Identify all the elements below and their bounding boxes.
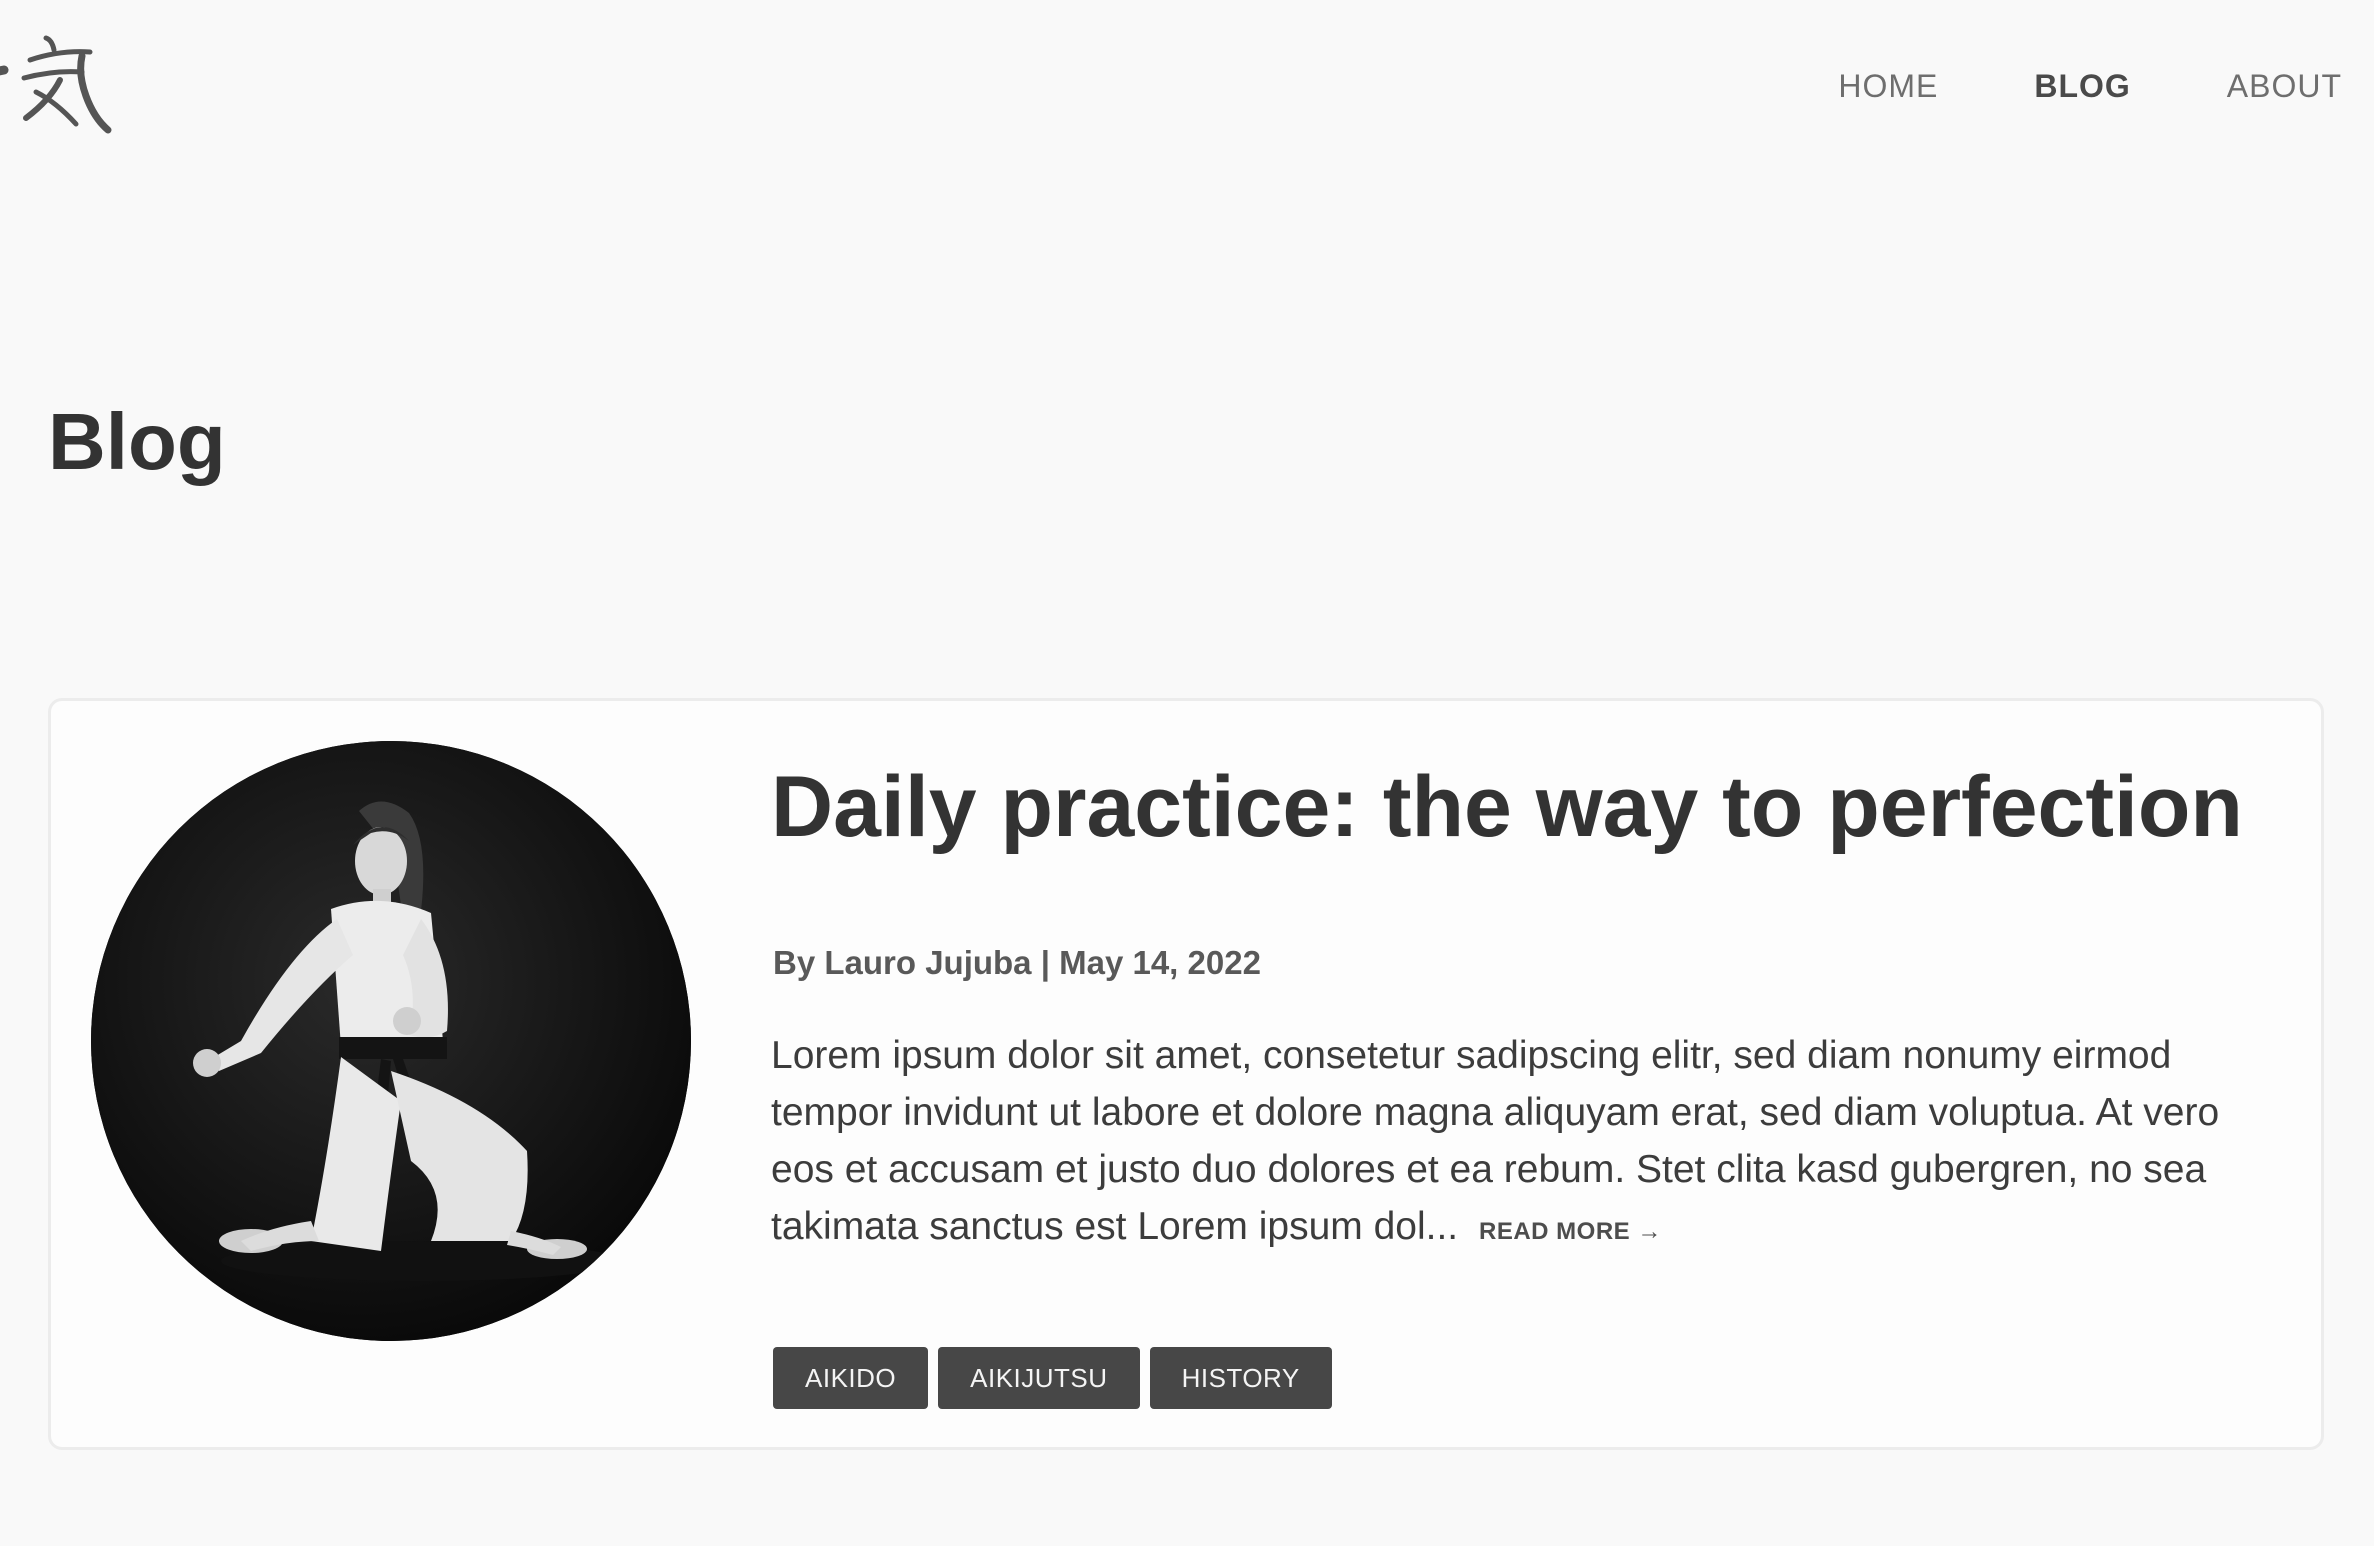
blog-post-card: Daily practice: the way to perfection By… — [48, 698, 2324, 1450]
tag-aikido[interactable]: AIKIDO — [773, 1347, 929, 1409]
post-thumbnail[interactable] — [91, 741, 691, 1341]
read-more-link[interactable]: READ MORE → — [1479, 1218, 1662, 1245]
kanji-logo-icon — [0, 35, 112, 134]
post-byline: By Lauro Jujuba | May 14, 2022 — [773, 944, 1261, 981]
post-excerpt-text: Lorem ipsum dolor sit amet, consetetur s… — [771, 1034, 2220, 1248]
page-root: HOME BLOG ABOUT Blog Daily practice: the… — [0, 0, 2374, 1546]
post-excerpt: Lorem ipsum dolor sit amet, consetetur s… — [771, 1027, 2271, 1260]
main-nav: HOME BLOG ABOUT — [1838, 62, 2342, 110]
post-title[interactable]: Daily practice: the way to perfection — [771, 757, 2243, 857]
post-meta: By Lauro Jujuba | May 14, 2022 — [773, 941, 1261, 985]
page-title: Blog — [48, 397, 226, 486]
post-tags: AIKIDO AIKIJUTSU HISTORY — [773, 1347, 1332, 1409]
karate-practitioner-image — [91, 741, 691, 1341]
tag-aikijutsu[interactable]: AIKIJUTSU — [938, 1347, 1140, 1409]
nav-home-link[interactable]: HOME — [1838, 62, 1938, 110]
nav-blog-link[interactable]: BLOG — [2034, 62, 2130, 110]
nav-about-link[interactable]: ABOUT — [2227, 62, 2342, 110]
site-logo[interactable] — [0, 20, 120, 140]
tag-history[interactable]: HISTORY — [1149, 1347, 1332, 1409]
